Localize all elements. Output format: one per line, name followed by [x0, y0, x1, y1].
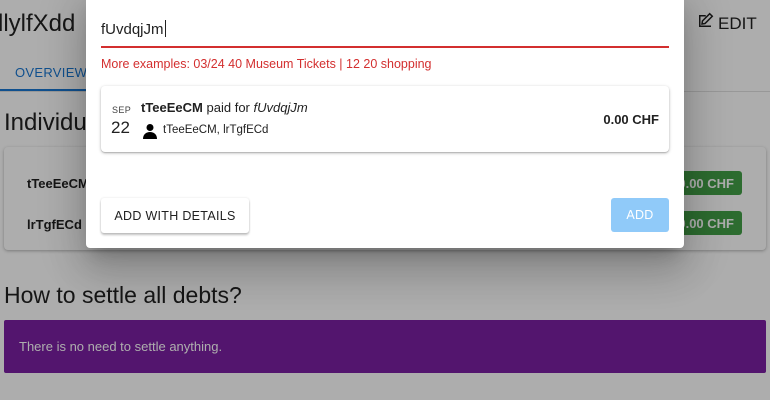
preview-paid-for: paid for — [206, 100, 250, 115]
expense-input-value: fUvdqjJm — [101, 20, 166, 38]
preview-payer: tTeeEeCM — [141, 100, 203, 115]
input-hint: More examples: 03/24 40 Museum Tickets |… — [101, 57, 432, 71]
preview-summary: tTeeEeCM paid for fUvdqjJm — [141, 100, 308, 115]
preview-amount: 0.00 CHF — [603, 112, 659, 127]
text-caret — [164, 20, 166, 37]
preview-participants: tTeeEeCM, lrTgfECd — [163, 124, 269, 136]
preview-day: 22 — [111, 118, 130, 137]
expense-input[interactable]: fUvdqjJm — [101, 14, 669, 48]
add-with-details-button[interactable]: ADD WITH DETAILS — [101, 198, 249, 233]
quick-add-dialog: fUvdqjJm More examples: 03/24 40 Museum … — [86, 0, 684, 248]
add-button[interactable]: ADD — [611, 198, 669, 232]
preview-description: fUvdqjJm — [253, 100, 308, 115]
preview-month: SEP — [112, 105, 132, 115]
expense-preview-card: SEP 22 tTeeEeCM paid for fUvdqjJm tTeeEe… — [101, 86, 669, 152]
person-icon — [142, 123, 158, 139]
